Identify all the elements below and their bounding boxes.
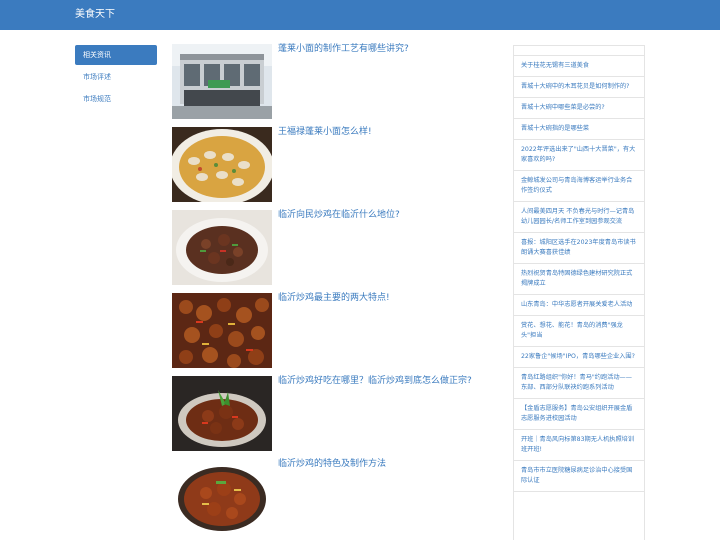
article-thumbnail-chicken-pan[interactable]: [172, 459, 272, 534]
sidebar-link[interactable]: 热烈祝贺青岛特固德绿色建材研究院正式揭牌成立: [514, 264, 644, 295]
sidebar-link[interactable]: 晋城十大碗中的木耳花贝是如何制作的?: [514, 77, 644, 98]
sidebar-link[interactable]: 喜报：城阳区选手在2023年度青岛市读书朗诵大赛喜获佳绩: [514, 233, 644, 264]
sidebar-link[interactable]: 开班｜青岛风向标第83期无人机执照培训班开班!: [514, 430, 644, 461]
sidebar-header: [514, 46, 644, 56]
sidebar-link[interactable]: 青岛市市立医院糖尿病足诊治中心接受国际认证: [514, 461, 644, 492]
article-thumbnail-chicken-stirfry[interactable]: [172, 210, 272, 285]
article-thumbnail-chicken-plate[interactable]: [172, 376, 272, 451]
sidebar-link[interactable]: 晋城十大碗指的是哪些菜: [514, 119, 644, 140]
article-title[interactable]: 王福禄蓬莱小面怎么样!: [278, 127, 492, 138]
article-item: 临沂炒鸡的特色及制作方法: [172, 459, 492, 534]
article-title[interactable]: 临沂炒鸡最主要的两大特点!: [278, 293, 492, 304]
site-brand[interactable]: 美食天下: [75, 8, 115, 22]
sidebar-link[interactable]: 青岛红路组织"你好！青马"约跑活动——东部、西部分队联袂约跑系列活动: [514, 368, 644, 399]
article-title[interactable]: 临沂炒鸡好吃在哪里？临沂炒鸡到底怎么做正宗?: [278, 376, 492, 387]
article-thumbnail-noodles[interactable]: [172, 127, 272, 202]
article-title[interactable]: 临沂炒鸡的特色及制作方法: [278, 459, 492, 470]
related-links-sidebar: 关于桂花无锡有三道美食 晋城十大碗中的木耳花贝是如何制作的? 晋城十大碗中哪些菜…: [513, 45, 645, 540]
article-thumbnail-spicy-chicken[interactable]: [172, 293, 272, 368]
article-list: 蓬莱小面的制作工艺有哪些讲究? 王福禄蓬莱小面怎么样! 临沂向民炒鸡在临沂什么地…: [172, 44, 492, 540]
nav-item-market-rules[interactable]: 市场规范: [75, 89, 157, 109]
sidebar-link[interactable]: 关于桂花无锡有三道美食: [514, 56, 644, 77]
article-title[interactable]: 临沂向民炒鸡在临沂什么地位?: [278, 210, 492, 221]
sidebar-link[interactable]: 金鲸城发公司与青岛海博客运举行业务合作签约仪式: [514, 171, 644, 202]
sidebar-link[interactable]: 山东青岛：中华志愿者开展关爱老人活动: [514, 295, 644, 316]
article-item: 王福禄蓬莱小面怎么样!: [172, 127, 492, 202]
sidebar-link[interactable]: 赏花、想花、能花！青岛的消费"强龙头"担当: [514, 316, 644, 347]
article-item: 蓬莱小面的制作工艺有哪些讲究?: [172, 44, 492, 119]
nav-item-related-news[interactable]: 相关资讯: [75, 45, 157, 65]
side-nav: 相关资讯 市场评述 市场规范: [75, 45, 157, 111]
sidebar-link[interactable]: 人间最美四月天 不负春光与时行—记青岛幼儿园园长/名师工作室到园参观交流: [514, 202, 644, 233]
nav-item-market-review[interactable]: 市场评述: [75, 67, 157, 87]
article-item: 临沂向民炒鸡在临沂什么地位?: [172, 210, 492, 285]
article-title[interactable]: 蓬莱小面的制作工艺有哪些讲究?: [278, 44, 492, 55]
article-item: 临沂炒鸡好吃在哪里？临沂炒鸡到底怎么做正宗?: [172, 376, 492, 451]
article-item: 临沂炒鸡最主要的两大特点!: [172, 293, 492, 368]
sidebar-link[interactable]: 【金盾志愿服务】青岛公安组织开展金盾志愿服务进校园活动: [514, 399, 644, 430]
article-thumbnail-storefront[interactable]: [172, 44, 272, 119]
top-header: 美食天下: [0, 0, 720, 30]
sidebar-link[interactable]: 22家鲁企"候场"IPO，青岛哪些企业入围?: [514, 347, 644, 368]
sidebar-link[interactable]: 晋城十大碗中哪些菜是必尝的?: [514, 98, 644, 119]
sidebar-link[interactable]: 2022年评选出来了"山西十大晋菜"，有大家喜欢的吗?: [514, 140, 644, 171]
